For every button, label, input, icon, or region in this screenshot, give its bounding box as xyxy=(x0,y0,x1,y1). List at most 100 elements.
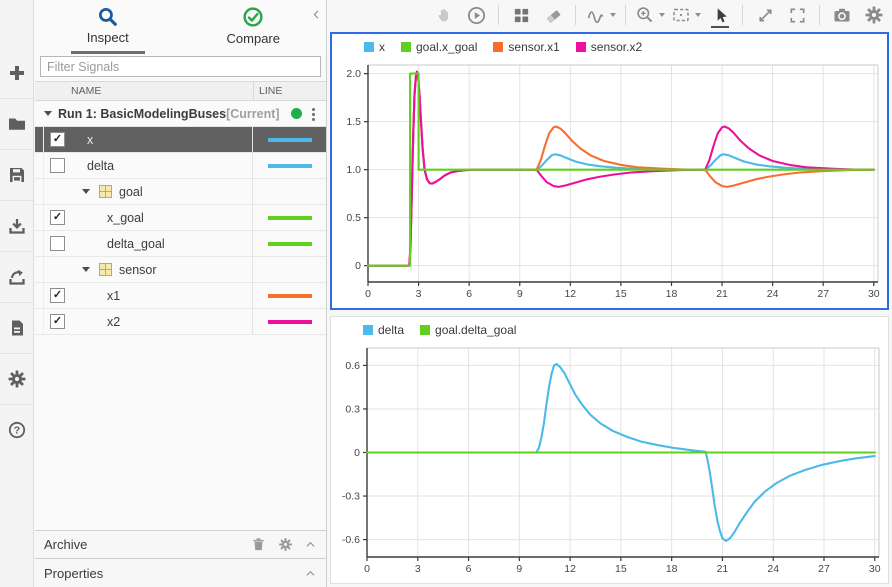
dropdown-caret-icon xyxy=(610,13,616,17)
properties-collapse-button[interactable] xyxy=(304,567,317,580)
signal-row-delta[interactable]: delta xyxy=(35,153,326,179)
save-button[interactable] xyxy=(0,149,33,200)
toolbar-separator xyxy=(819,5,820,25)
signal-name-label: goal xyxy=(119,185,143,199)
fit-to-view-button[interactable] xyxy=(671,3,701,27)
signal-style-button[interactable] xyxy=(585,3,616,27)
column-header-line: LINE xyxy=(259,85,282,97)
tab-inspect-label: Inspect xyxy=(87,30,129,45)
tab-compare[interactable]: Compare xyxy=(181,0,327,54)
line-style-swatch[interactable] xyxy=(268,164,312,168)
toolbar-separator xyxy=(742,5,743,25)
signal-name-label: x1 xyxy=(107,289,120,303)
svg-text:1.0: 1.0 xyxy=(346,164,361,176)
filter-signals-input[interactable] xyxy=(40,56,321,77)
properties-section-header[interactable]: Properties xyxy=(35,558,326,587)
checkbox-delta[interactable] xyxy=(50,158,65,173)
legend-item-sensor.x1: sensor.x1 xyxy=(493,40,559,54)
checkbox-x1[interactable]: ✓ xyxy=(50,288,65,303)
row-gutter xyxy=(35,153,44,178)
signal-name-label: x_goal xyxy=(107,211,144,225)
open-button[interactable] xyxy=(0,98,33,149)
zoom-in-icon xyxy=(635,5,655,25)
svg-text:3: 3 xyxy=(415,563,421,575)
clear-plots-button[interactable] xyxy=(540,3,566,27)
help-button[interactable]: ? xyxy=(0,404,33,455)
svg-text:18: 18 xyxy=(666,563,678,575)
line-style-swatch[interactable] xyxy=(268,320,312,324)
name-cell: x_goal xyxy=(71,205,252,230)
signal-row-x1[interactable]: ✓ x1 xyxy=(35,283,326,309)
line-style-swatch[interactable] xyxy=(268,242,312,246)
pan-tool-button[interactable] xyxy=(431,3,457,27)
signal-row-delta_goal[interactable]: delta_goal xyxy=(35,231,326,257)
zoom-tool-button[interactable] xyxy=(635,3,665,27)
line-style-swatch[interactable] xyxy=(268,216,312,220)
checkbox-x[interactable]: ✓ xyxy=(50,132,65,147)
pointer-tool-button[interactable] xyxy=(707,3,733,27)
name-cell: x2 xyxy=(71,309,252,334)
subplot-layout-button[interactable] xyxy=(508,3,534,27)
run-collapse-caret-icon[interactable] xyxy=(44,111,52,116)
svg-text:0: 0 xyxy=(365,288,371,300)
export-button[interactable] xyxy=(0,251,33,302)
import-button[interactable] xyxy=(0,200,33,251)
bus-row-sensor[interactable]: sensor xyxy=(35,257,326,283)
svg-text:-0.3: -0.3 xyxy=(342,491,360,503)
fullscreen-icon xyxy=(788,6,807,25)
line-cell xyxy=(252,179,326,204)
report-button[interactable] xyxy=(0,302,33,353)
left-toolbar: ? xyxy=(0,0,34,587)
row-gutter xyxy=(35,231,44,256)
snapshot-button[interactable] xyxy=(829,3,855,27)
archive-settings-button[interactable] xyxy=(278,537,293,552)
line-style-swatch[interactable] xyxy=(268,138,312,142)
signal-row-x_goal[interactable]: ✓ x_goal xyxy=(35,205,326,231)
collapse-panel-button[interactable] xyxy=(310,8,323,24)
checkbox-x_goal[interactable]: ✓ xyxy=(50,210,65,225)
legend-swatch xyxy=(363,325,373,335)
expand-plot-button[interactable] xyxy=(752,3,778,27)
signal-rows: ✓xdeltagoal✓x_goaldelta_goalsensor✓x1✓x2 xyxy=(35,127,326,335)
line-style-swatch[interactable] xyxy=(268,294,312,298)
trash-icon xyxy=(250,536,267,553)
subplot-1-selected[interactable]: xgoal.x_goalsensor.x1sensor.x2 00.51.01.… xyxy=(330,32,889,310)
name-cell: x xyxy=(71,127,252,152)
checkbox-delta_goal[interactable] xyxy=(50,236,65,251)
archive-collapse-button[interactable] xyxy=(304,538,317,551)
subplot-2[interactable]: deltagoal.delta_goal -0.6-0.300.30.60369… xyxy=(330,316,889,584)
tab-inspect[interactable]: Inspect xyxy=(35,0,181,54)
signal-row-x2[interactable]: ✓ x2 xyxy=(35,309,326,335)
checkbox-cell xyxy=(44,257,71,282)
run-menu-button[interactable] xyxy=(309,107,318,122)
run-row[interactable]: Run 1: BasicModelingBuses[Current] xyxy=(35,101,326,127)
wave-icon xyxy=(585,5,606,26)
preferences-button[interactable] xyxy=(0,353,33,404)
legend-label: delta xyxy=(378,323,404,337)
svg-text:21: 21 xyxy=(716,288,728,300)
checkbox-x2[interactable]: ✓ xyxy=(50,314,65,329)
bus-collapse-caret-icon[interactable] xyxy=(82,189,90,194)
svg-text:0.3: 0.3 xyxy=(345,403,360,415)
replay-icon xyxy=(466,5,487,26)
signal-row-x[interactable]: ✓x xyxy=(35,127,326,153)
replay-button[interactable] xyxy=(463,3,489,27)
properties-label: Properties xyxy=(44,566,293,581)
svg-text:27: 27 xyxy=(818,563,830,575)
svg-text:0: 0 xyxy=(364,563,370,575)
name-cell: goal xyxy=(71,179,252,204)
subplot-1-chart[interactable]: 00.51.01.52.0036912151821242730 xyxy=(332,60,887,306)
plot-settings-button[interactable] xyxy=(861,3,887,27)
bus-collapse-caret-icon[interactable] xyxy=(82,267,90,272)
svg-text:?: ? xyxy=(13,425,19,437)
bus-row-goal[interactable]: goal xyxy=(35,179,326,205)
archive-delete-button[interactable] xyxy=(250,536,267,553)
fullscreen-button[interactable] xyxy=(784,3,810,27)
new-run-button[interactable] xyxy=(0,48,33,98)
plus-icon xyxy=(7,63,27,83)
subplot-2-chart[interactable]: -0.6-0.300.30.6036912151821242730 xyxy=(331,343,888,581)
line-cell xyxy=(252,231,326,256)
svg-text:12: 12 xyxy=(564,288,576,300)
archive-section-header[interactable]: Archive xyxy=(35,530,326,558)
line-cell xyxy=(252,127,326,152)
